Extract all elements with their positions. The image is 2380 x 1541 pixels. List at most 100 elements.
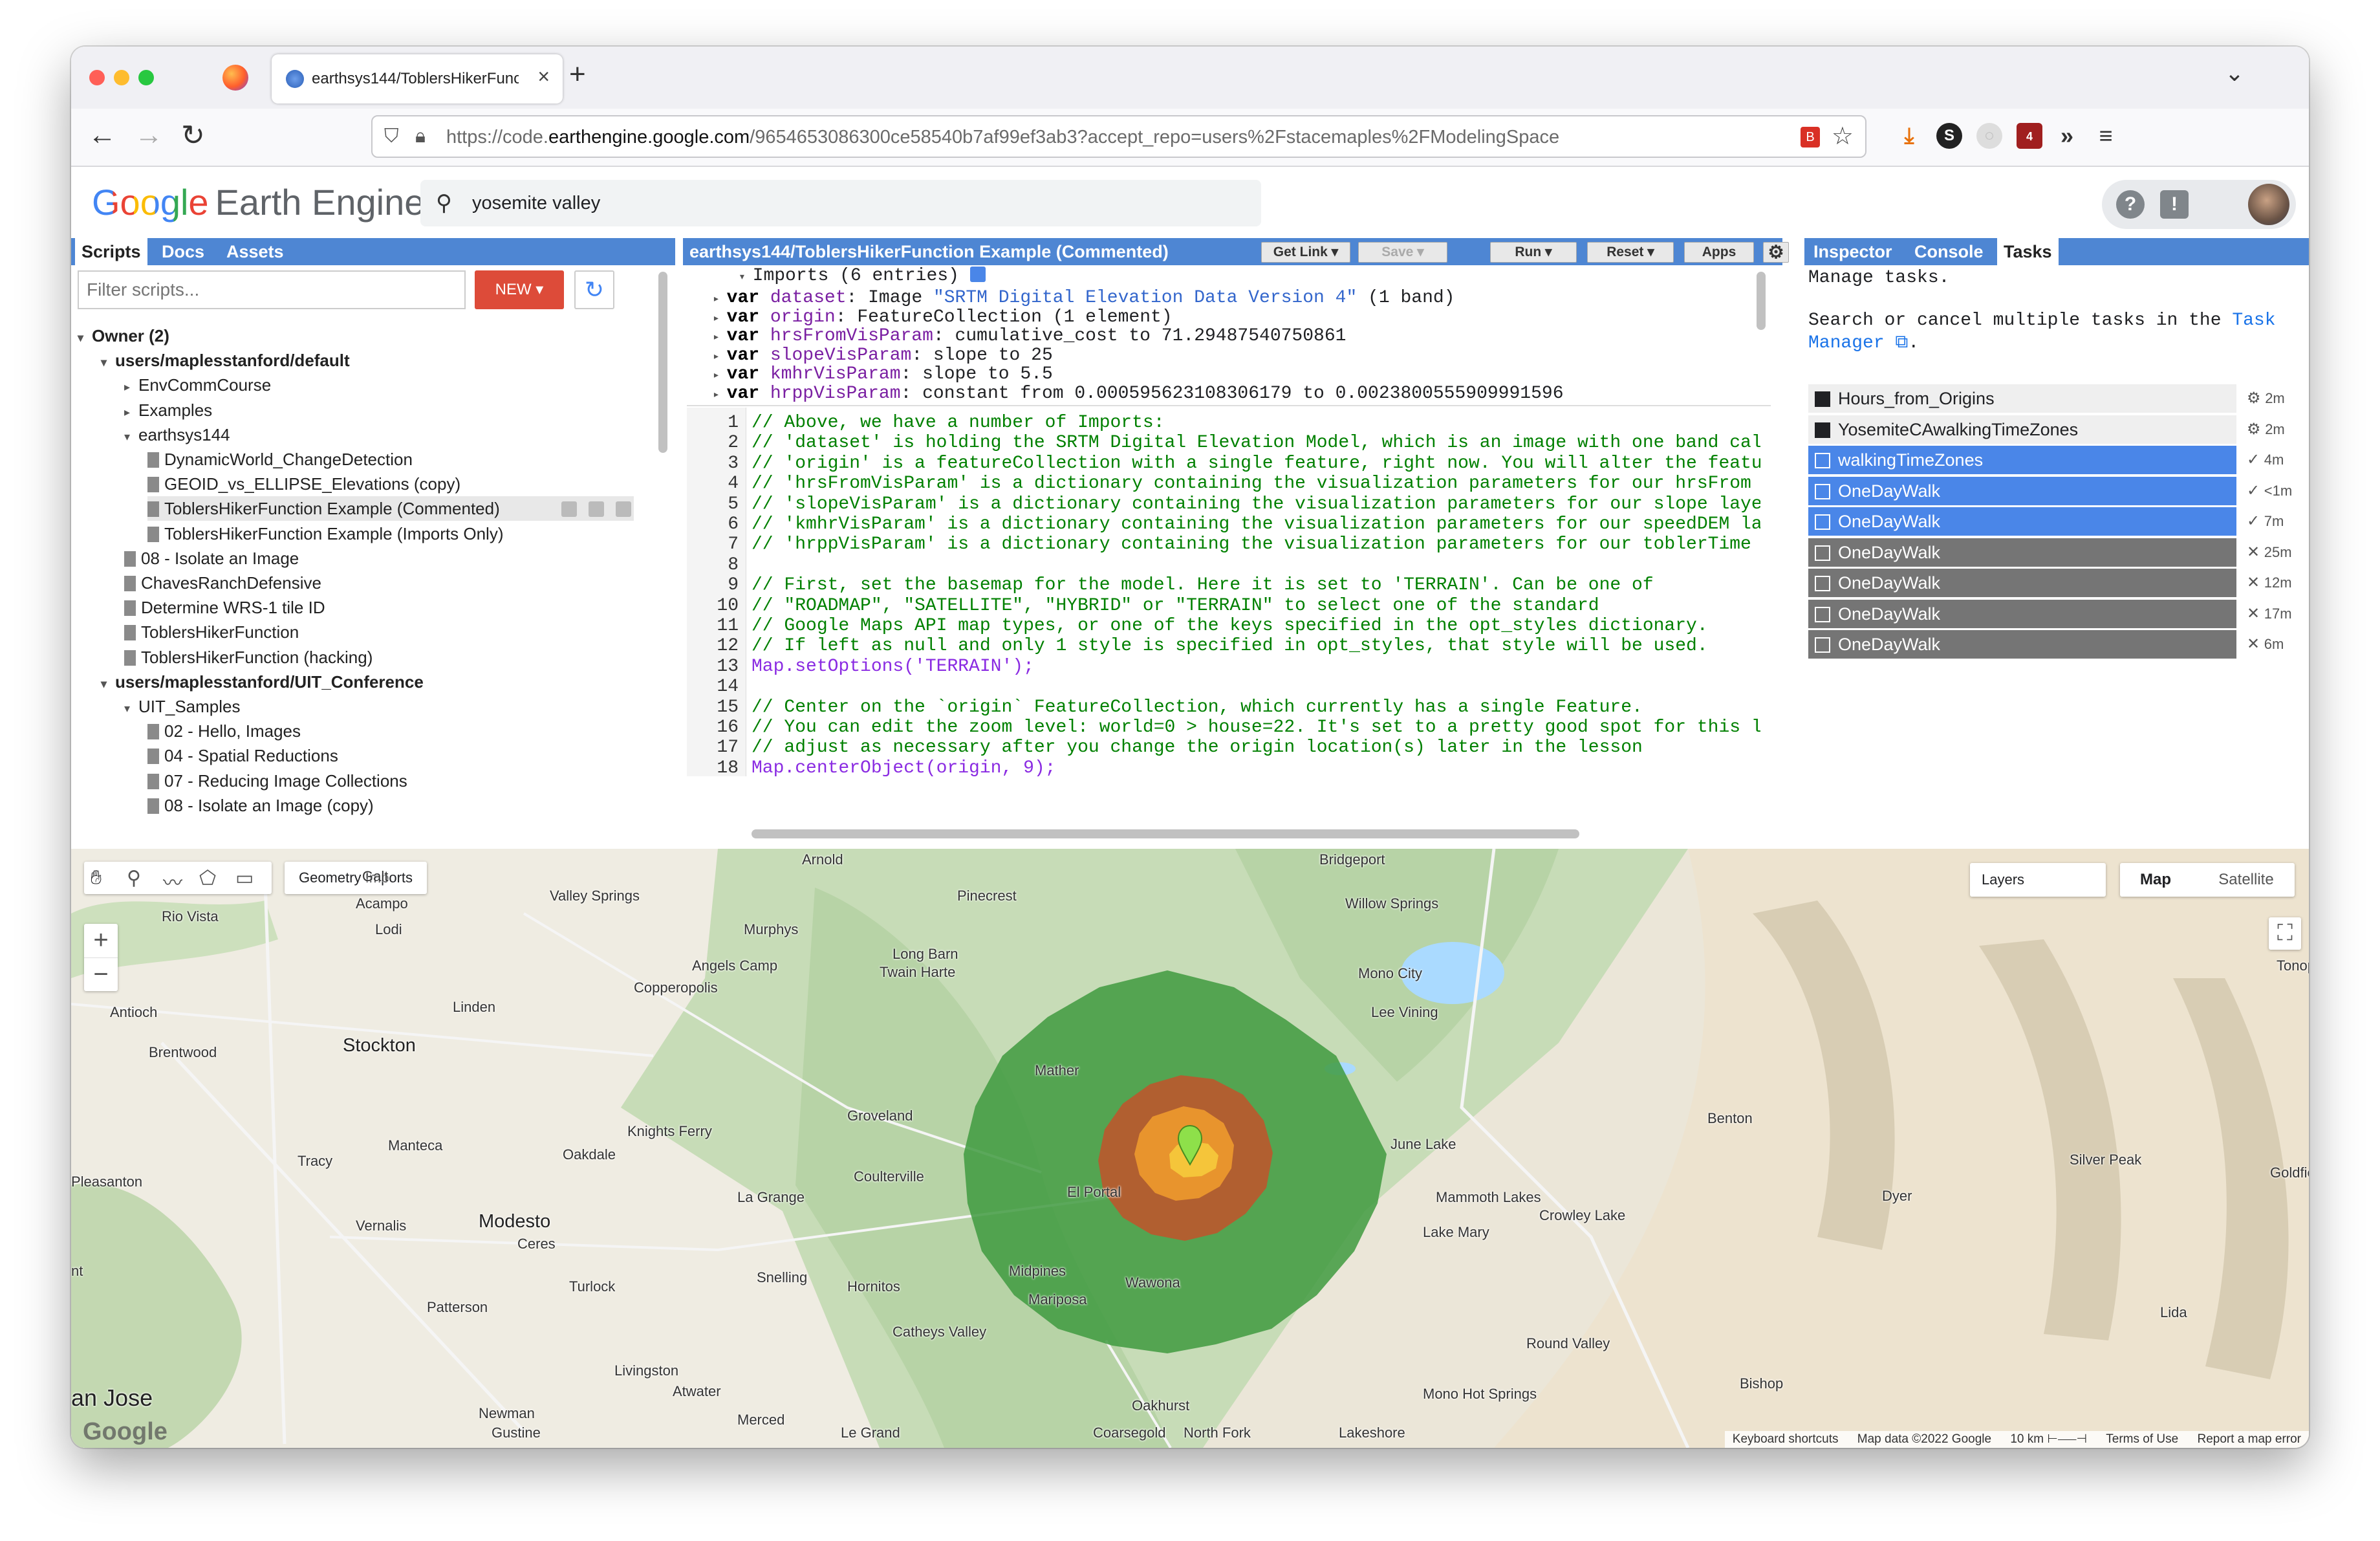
script-tree-item[interactable]: 07 - Reducing Image Collections: [147, 769, 407, 793]
script-tree-item[interactable]: ▸ EnvCommCourse: [124, 373, 271, 397]
code-line[interactable]: // adjust as necessary after you change …: [752, 738, 1760, 758]
script-tree-item[interactable]: ▾ UIT_Samples: [124, 694, 241, 719]
history-icon[interactable]: [561, 501, 577, 518]
task-item[interactable]: OneDayWalk: [1808, 476, 2236, 505]
add-marker-icon[interactable]: ⚲: [127, 867, 141, 890]
tab-inspector[interactable]: Inspector: [1807, 238, 1899, 265]
script-tree-item[interactable]: ToblersHikerFunction Example (Imports On…: [147, 521, 504, 546]
import-variable-name[interactable]: hrsFromVisParam: [770, 326, 933, 346]
edit-icon[interactable]: [589, 501, 604, 518]
help-icon[interactable]: ?: [2116, 190, 2145, 219]
hand-pan-icon[interactable]: ✋︎: [91, 867, 102, 889]
expand-caret-icon[interactable]: ▸: [713, 331, 727, 344]
script-tree-item[interactable]: 04 - Spatial Reductions: [147, 743, 338, 768]
tab-tasks[interactable]: Tasks: [1997, 238, 2059, 265]
expand-caret-icon[interactable]: ▸: [713, 351, 727, 364]
draw-shape-icon[interactable]: ⬠: [199, 867, 216, 890]
tab-assets[interactable]: Assets: [220, 238, 290, 265]
ublock-extension-icon[interactable]: 4: [2017, 123, 2042, 149]
import-entry[interactable]: ▸ var origin: FeatureCollection (1 eleme…: [713, 307, 1173, 327]
reset-button[interactable]: Reset ▾: [1587, 242, 1674, 263]
expand-caret-icon[interactable]: ▸: [713, 389, 727, 402]
list-tabs-chevron-icon[interactable]: ⌄: [2225, 60, 2244, 87]
imports-scrollbar[interactable]: [1757, 272, 1766, 330]
feedback-icon[interactable]: !: [2160, 190, 2189, 219]
task-item[interactable]: OneDayWalk: [1808, 569, 2236, 597]
run-button[interactable]: Run ▾: [1490, 242, 1577, 263]
caret-down-icon[interactable]: ▾: [124, 696, 138, 721]
script-tree-item[interactable]: ToblersHikerFunction (hacking): [124, 645, 373, 670]
script-tree-item[interactable]: ▾ users/maplesstanford/UIT_Conference: [101, 670, 424, 694]
layers-button[interactable]: Layers: [1970, 863, 2106, 897]
browser-tab[interactable]: earthsys144/ToblersHikerFuncti ×: [272, 54, 563, 104]
task-item[interactable]: OneDayWalk: [1808, 538, 2236, 567]
script-tree-item[interactable]: ▸ Examples: [124, 398, 212, 422]
code-line[interactable]: // You can edit the zoom level: world=0 …: [752, 717, 1760, 738]
settings-gear-icon[interactable]: ⚙: [1763, 242, 1789, 263]
fullscreen-icon[interactable]: ⛶: [2269, 917, 2301, 950]
copy-imports-icon[interactable]: [969, 267, 986, 282]
earth-engine-logo[interactable]: Google Earth Engine: [92, 181, 424, 223]
code-line[interactable]: // 'slopeVisParam' is a dictionary conta…: [752, 494, 1760, 515]
new-script-button[interactable]: NEW ▾: [475, 270, 564, 309]
task-item[interactable]: OneDayWalk: [1808, 507, 2236, 536]
script-tree-item[interactable]: ▾ Owner (2): [78, 323, 169, 348]
import-entry[interactable]: ▸ var hrsFromVisParam: cumulative_cost t…: [713, 327, 1346, 346]
search-input[interactable]: [472, 188, 1235, 219]
reload-icon[interactable]: ↻: [181, 119, 205, 152]
script-tree-item[interactable]: DynamicWorld_ChangeDetection: [147, 447, 413, 472]
firefox-icon[interactable]: [222, 65, 248, 91]
script-tree-item[interactable]: GEOID_vs_ELLIPSE_Elevations (copy): [147, 472, 460, 496]
code-line[interactable]: // Google Maps API map types, or one of …: [752, 616, 1760, 637]
caret-right-icon[interactable]: ▸: [124, 375, 138, 399]
task-item[interactable]: YosemiteCAwalkingTimeZones: [1808, 415, 2236, 444]
caret-down-icon[interactable]: ▾: [124, 424, 138, 449]
imports-header[interactable]: ▾ Imports (6 entries): [739, 267, 986, 286]
import-entry[interactable]: ▸ var kmhrVisParam: slope to 5.5: [713, 365, 1053, 384]
caret-down-icon[interactable]: ▾: [101, 672, 115, 696]
code-line[interactable]: [752, 555, 1760, 576]
pdf-extension-icon[interactable]: B: [1801, 127, 1820, 148]
zoom-in-button[interactable]: +: [84, 924, 118, 957]
save-button[interactable]: Save ▾: [1358, 242, 1447, 263]
task-item[interactable]: OneDayWalk: [1808, 630, 2236, 659]
tab-console[interactable]: Console: [1908, 238, 1990, 265]
maximize-window-button[interactable]: [138, 70, 154, 85]
expand-caret-icon[interactable]: ▸: [713, 312, 727, 325]
script-tree-item[interactable]: 08 - Isolate an Image (copy): [147, 793, 374, 818]
tab-docs[interactable]: Docs: [155, 238, 211, 265]
import-entry[interactable]: ▸ var hrppVisParam: constant from 0.0005…: [713, 384, 1564, 404]
task-manager-link[interactable]: Task: [2232, 311, 2275, 331]
s-extension-icon[interactable]: S: [1936, 123, 1962, 149]
new-tab-button[interactable]: +: [569, 58, 586, 91]
code-line[interactable]: [752, 677, 1760, 697]
close-window-button[interactable]: [89, 70, 105, 85]
code-lines[interactable]: 1 // Above, we have a number of Imports: 2…: [687, 408, 1771, 778]
get-link-button[interactable]: Get Link ▾: [1261, 242, 1350, 263]
draw-rectangle-icon[interactable]: ▭: [235, 867, 254, 890]
import-variable-name[interactable]: kmhrVisParam: [770, 364, 901, 384]
bookmark-star-icon[interactable]: ☆: [1832, 122, 1854, 151]
map-type-satellite-button[interactable]: Satellite: [2198, 863, 2295, 897]
filter-scripts-input[interactable]: [78, 270, 466, 309]
zoom-out-button[interactable]: −: [84, 957, 118, 991]
tracking-protection-shield-icon[interactable]: ⛉: [384, 126, 399, 148]
places-search-box[interactable]: ⚲: [420, 180, 1261, 226]
code-line[interactable]: // 'hrppVisParam' is a dictionary contai…: [752, 534, 1760, 555]
forward-arrow-icon[interactable]: →: [135, 119, 163, 151]
map-type-map-button[interactable]: Map: [2120, 863, 2191, 897]
import-variable-name[interactable]: origin: [770, 307, 836, 327]
code-line[interactable]: // Center on the `origin` FeatureCollect…: [752, 697, 1760, 718]
script-tree-item[interactable]: ▾ earthsys144: [124, 422, 230, 447]
more-extensions-icon[interactable]: »: [2054, 123, 2080, 149]
task-item[interactable]: walkingTimeZones: [1808, 446, 2236, 474]
script-tree-item[interactable]: ▾ users/maplesstanford/default: [101, 348, 350, 373]
import-entry[interactable]: ▸ var dataset: Image "SRTM Digital Eleva…: [713, 289, 1455, 308]
import-entry[interactable]: ▸ var slopeVisParam: slope to 25: [713, 345, 1053, 366]
code-editor[interactable]: ▾ Imports (6 entries) ▸ var dataset: Ima…: [687, 265, 1771, 847]
caret-down-icon[interactable]: ▾: [101, 350, 115, 375]
geometry-imports-button[interactable]: Geometry Imports: [285, 862, 427, 894]
expand-caret-icon[interactable]: ▸: [713, 293, 727, 306]
url-text[interactable]: https://code.earthengine.google.com/9654…: [446, 127, 1559, 148]
import-variable-name[interactable]: hrppVisParam: [770, 384, 901, 404]
